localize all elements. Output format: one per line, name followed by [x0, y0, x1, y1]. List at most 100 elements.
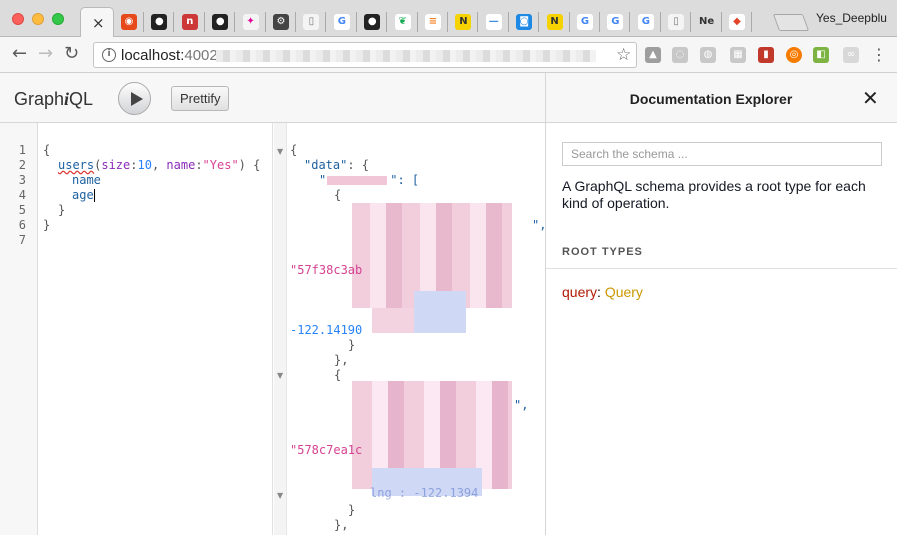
chat-icon: ◙ — [516, 14, 533, 30]
browser-tab[interactable]: ≡ — [418, 9, 446, 37]
code-brace: } — [58, 203, 66, 217]
back-arrow-icon[interactable]: ← — [12, 45, 27, 63]
play-icon — [131, 92, 143, 106]
browser-tab[interactable]: G — [600, 9, 628, 37]
browser-tab[interactable]: ◉ — [114, 9, 142, 37]
google-icon: G — [577, 14, 593, 30]
json-text: ", — [514, 398, 529, 412]
forward-arrow-icon[interactable]: → — [38, 45, 53, 63]
node-icon: N — [546, 14, 563, 30]
json-brace: { — [334, 368, 342, 382]
minimize-window-button[interactable] — [32, 13, 44, 25]
graphiql-toolbar: GraphiQL Prettify — [0, 73, 545, 123]
tab-separator — [751, 12, 752, 32]
browser-tab[interactable]: ✦ — [236, 9, 264, 37]
result-viewer: ▼ ▼ ▼ { "data": { " ": [ { ", "57f38c3ab … — [274, 123, 546, 535]
npm-icon: n — [181, 14, 198, 30]
root-types-heading: ROOT TYPES — [562, 246, 643, 258]
fold-arrow-icon[interactable]: ▼ — [277, 147, 283, 156]
close-icon[interactable]: ✕ — [862, 86, 879, 110]
browser-tab[interactable]: ❦ — [388, 9, 416, 37]
json-lng-fragment: lng : -122.1394 — [370, 486, 479, 500]
line-number: 1 — [18, 143, 26, 157]
redacted-block — [414, 291, 466, 333]
fold-arrow-icon[interactable]: ▼ — [277, 491, 283, 500]
prettify-button[interactable]: Prettify — [171, 86, 230, 111]
query-type-link[interactable]: Query — [605, 284, 643, 300]
code-query-field: users(size:10, name:"Yes") { — [58, 158, 261, 172]
extension-icon[interactable]: ◌ — [672, 47, 688, 63]
browser-tab[interactable]: Ne — [692, 9, 720, 37]
browser-tab[interactable]: n — [175, 9, 203, 37]
execute-query-button[interactable] — [118, 82, 151, 115]
line-number: 4 — [18, 188, 26, 202]
graphql-icon: ✦ — [242, 14, 259, 30]
result-gutter — [274, 123, 287, 535]
browser-tab[interactable]: ● — [144, 9, 172, 37]
schema-search-input[interactable] — [562, 142, 882, 166]
browser-tab[interactable]: ◙ — [509, 9, 537, 37]
code-field-age: age — [72, 188, 95, 202]
documentation-explorer: Documentation Explorer ✕ A GraphQL schem… — [545, 73, 897, 535]
line-number: 3 — [18, 173, 26, 187]
google-icon: G — [333, 14, 350, 30]
profile-name[interactable]: Yes_Deepblu — [816, 11, 887, 25]
query-editor[interactable]: 1 2 3 4 5 6 7 { users(size:10, name:"Yes… — [0, 123, 273, 535]
json-users-key: " ": [ — [319, 173, 420, 187]
root-type-query: query: Query — [562, 284, 643, 300]
browser-tab[interactable]: ● — [357, 9, 385, 37]
extension-icon[interactable]: ◍ — [700, 47, 716, 63]
new-tab-button[interactable] — [772, 14, 810, 31]
extension-icon[interactable]: ◎ — [786, 47, 802, 63]
json-brace: } — [348, 338, 356, 352]
line-number: 7 — [18, 233, 26, 247]
json-brace: { — [334, 188, 342, 202]
browser-tab[interactable]: — — [479, 9, 507, 37]
extension-icon[interactable]: ▦ — [730, 47, 746, 63]
code-brace: { — [43, 143, 51, 157]
drive-extension-icon[interactable]: ▲ — [645, 47, 661, 63]
github-icon: ● — [151, 14, 168, 30]
line-number: 6 — [18, 218, 26, 232]
stackoverflow-icon: ≡ — [425, 14, 441, 30]
browser-tab[interactable]: G — [631, 9, 659, 37]
browser-tab[interactable]: N — [448, 9, 476, 37]
close-tab-icon[interactable]: × — [92, 14, 105, 32]
browser-tab[interactable]: ● — [205, 9, 233, 37]
browser-tab[interactable]: ⚙ — [266, 9, 294, 37]
bookmark-star-icon[interactable]: ☆ — [616, 45, 631, 65]
menu-dots-icon[interactable]: ⋮ — [871, 45, 887, 64]
code-brace: } — [43, 218, 51, 232]
fold-arrow-icon[interactable]: ▼ — [277, 371, 283, 380]
browser-tab[interactable]: ▯ — [296, 9, 324, 37]
opera-icon: ◉ — [121, 14, 137, 30]
browser-tab[interactable]: ▯ — [661, 9, 689, 37]
browser-tab[interactable]: N — [540, 9, 568, 37]
json-number-value: -122.14190 — [290, 323, 363, 337]
url-text: localhost:4002 — [121, 47, 218, 64]
address-bar[interactable]: i localhost:4002 ☆ — [93, 42, 637, 68]
code-field-name: name — [72, 173, 101, 187]
maximize-window-button[interactable] — [52, 13, 64, 25]
document-icon: ▯ — [668, 14, 685, 30]
extension-icon[interactable]: ◧ — [813, 47, 829, 63]
json-id-value: "578c7ea1c — [290, 443, 363, 457]
extension-icon[interactable]: ∞ — [843, 47, 859, 63]
json-brace: { — [290, 143, 298, 157]
reload-icon[interactable]: ↻ — [64, 45, 79, 63]
json-brace: }, — [334, 518, 349, 532]
browser-tab[interactable]: G — [570, 9, 598, 37]
active-tab[interactable]: × — [80, 7, 114, 38]
book-extension-icon[interactable]: ▮ — [758, 47, 774, 63]
gitlab-icon: ◆ — [729, 14, 745, 30]
text-cursor — [93, 189, 95, 202]
github-icon: ● — [212, 14, 229, 30]
node-icon: N — [455, 14, 472, 30]
browser-tab[interactable]: ◆ — [722, 9, 750, 37]
docs-description: A GraphQL schema provides a root type fo… — [562, 178, 866, 211]
info-icon[interactable]: i — [102, 48, 116, 62]
line-number: 5 — [18, 203, 26, 217]
mongodb-icon: ❦ — [394, 14, 411, 30]
close-window-button[interactable] — [12, 13, 24, 25]
browser-tab[interactable]: G — [327, 9, 355, 37]
